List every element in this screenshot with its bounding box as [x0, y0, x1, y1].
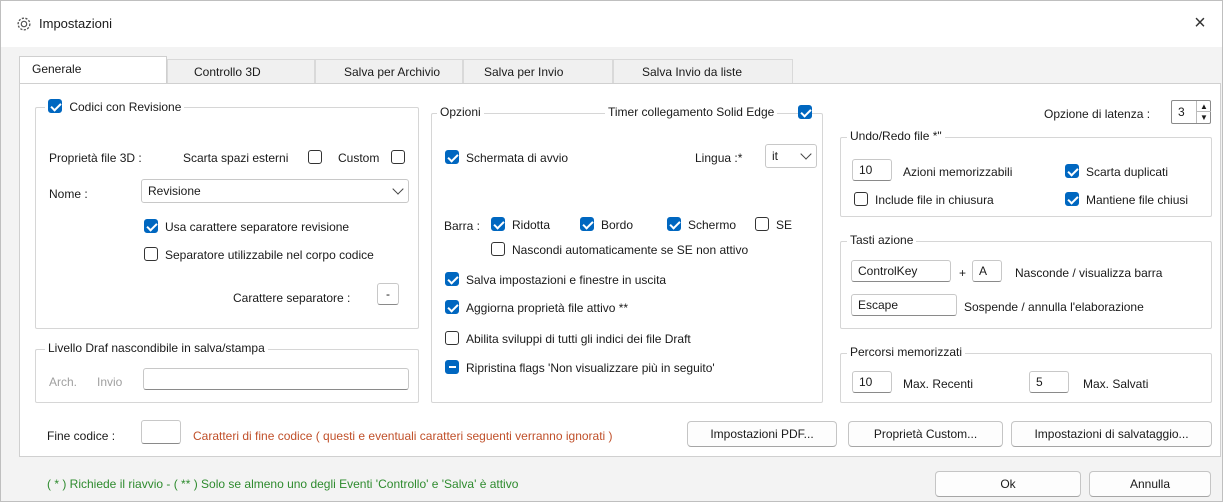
percorsi-legend: Percorsi memorizzati — [847, 345, 966, 359]
carattere-separatore-label: Carattere separatore : — [233, 291, 351, 305]
schermata-avvio-checkbox[interactable] — [445, 150, 459, 164]
schermo-checkbox[interactable] — [667, 217, 681, 231]
group-codici-legend: Codici con Revisione — [45, 99, 185, 115]
ridotta-label: Ridotta — [512, 218, 551, 232]
tab-controllo-3d[interactable]: Controllo 3D — [167, 59, 315, 83]
tab-salva-archivio[interactable]: Salva per Archivio — [315, 59, 463, 83]
custom-label: Custom — [338, 151, 380, 165]
ok-button[interactable]: Ok — [935, 471, 1081, 497]
tab-salva-invio[interactable]: Salva per Invio — [463, 59, 613, 83]
window-title: Impostazioni — [39, 16, 112, 31]
lingua-select[interactable]: it — [765, 144, 817, 168]
tasti-azione-legend: Tasti azione — [847, 233, 917, 247]
scarta-spazi-label: Scarta spazi esterni — [183, 151, 289, 165]
tasto2-input[interactable]: Escape — [851, 294, 957, 316]
opzioni-legend: Opzioni — [437, 105, 484, 119]
usa-carattere-checkbox[interactable] — [144, 219, 158, 233]
separatore-corpo-checkbox[interactable] — [144, 247, 158, 261]
mantiene-chiusi-label: Mantiene file chiusi — [1086, 193, 1189, 207]
salvati-input[interactable]: 5 — [1029, 371, 1069, 393]
chevron-down-icon — [392, 183, 404, 195]
title-bar: Impostazioni × — [1, 1, 1222, 47]
mantiene-chiusi-checkbox[interactable] — [1065, 192, 1079, 206]
close-icon[interactable]: × — [1190, 13, 1210, 33]
nome-label: Nome : — [49, 187, 88, 201]
include-chiusura-checkbox[interactable] — [854, 192, 868, 206]
usa-carattere-label: Usa carattere separatore revisione — [165, 220, 350, 234]
latenza-spinner[interactable]: 3 ▲ ▼ — [1171, 100, 1211, 124]
livello-draf-legend: Livello Draf nascondibile in salva/stamp… — [45, 341, 268, 355]
tab-salva-invio-liste[interactable]: Salva Invio da liste — [613, 59, 793, 83]
carattere-separatore-input[interactable]: - — [377, 283, 399, 305]
codici-revisione-checkbox[interactable] — [48, 99, 62, 113]
ridotta-checkbox[interactable] — [491, 217, 505, 231]
aggiorna-proprieta-checkbox[interactable] — [445, 300, 459, 314]
ripristina-flags-checkbox[interactable] — [445, 360, 459, 374]
barra-label: Barra : — [444, 219, 481, 233]
azioni-input[interactable]: 10 — [852, 159, 892, 181]
fine-codice-desc: Caratteri di fine codice ( questi e even… — [193, 429, 613, 443]
latenza-label: Opzione di latenza : — [1044, 107, 1151, 121]
abilita-sviluppi-checkbox[interactable] — [445, 331, 459, 345]
abilita-sviluppi-label: Abilita sviluppi di tutti gli indici dei… — [466, 332, 691, 346]
aggiorna-proprieta-label: Aggiorna proprietà file attivo ** — [466, 301, 629, 315]
arch-label: Arch. — [49, 375, 78, 389]
lingua-select-value: it — [772, 149, 778, 163]
footer-note: ( * ) Richiede il riavvio - ( ** ) Solo … — [47, 477, 519, 491]
bordo-checkbox[interactable] — [580, 217, 594, 231]
impostazioni-salvataggio-button[interactable]: Impostazioni di salvataggio... — [1011, 421, 1212, 447]
schermo-label: Schermo — [688, 218, 737, 232]
se-checkbox[interactable] — [755, 217, 769, 231]
separatore-corpo-label: Separatore utilizzabile nel corpo codice — [165, 248, 374, 262]
settings-window: Impostazioni × Generale Controllo 3D Sal… — [0, 0, 1223, 502]
ripristina-flags-label: Ripristina flags 'Non visualizzare più i… — [466, 361, 715, 375]
bordo-label: Bordo — [601, 218, 634, 232]
custom-checkbox[interactable] — [391, 150, 405, 164]
group-percorsi — [840, 353, 1212, 403]
se-label: SE — [776, 218, 793, 232]
scarta-duplicati-checkbox[interactable] — [1065, 164, 1079, 178]
salva-impostazioni-label: Salva impostazioni e finestre in uscita — [466, 273, 667, 287]
lingua-label: Lingua :* — [695, 151, 743, 165]
chevron-down-icon — [800, 148, 812, 160]
group-codici-revisione — [35, 107, 419, 329]
recenti-label: Max. Recenti — [903, 377, 974, 391]
invio-label: Invio — [97, 375, 123, 389]
codici-revisione-label: Codici con Revisione — [69, 100, 182, 114]
annulla-button[interactable]: Annulla — [1089, 471, 1211, 497]
proprieta-custom-button[interactable]: Proprietà Custom... — [848, 421, 1003, 447]
tab-generale[interactable]: Generale — [19, 56, 167, 84]
nome-select-value: Revisione — [148, 184, 201, 198]
plus-label: + — [959, 266, 967, 280]
fine-codice-input[interactable] — [141, 420, 181, 444]
spinner-up-icon[interactable]: ▲ — [1196, 101, 1211, 112]
latenza-value: 3 — [1178, 105, 1185, 119]
schermata-avvio-label: Schermata di avvio — [466, 151, 569, 165]
tasto2-desc: Sospende / annulla l'elaborazione — [964, 300, 1144, 314]
salvati-label: Max. Salvati — [1083, 377, 1149, 391]
spinner-down-icon[interactable]: ▼ — [1196, 112, 1211, 123]
nascondi-label: Nascondi automaticamente se SE non attiv… — [512, 243, 749, 257]
scarta-duplicati-label: Scarta duplicati — [1086, 165, 1169, 179]
tasto1b-input[interactable]: A — [972, 260, 1002, 282]
gear-icon — [17, 17, 31, 31]
impostazioni-pdf-button[interactable]: Impostazioni PDF... — [687, 421, 837, 447]
proprieta-label: Proprietà file 3D : — [49, 151, 142, 165]
undo-redo-legend: Undo/Redo file *" — [847, 129, 945, 143]
nascondi-checkbox[interactable] — [491, 242, 505, 256]
azioni-label: Azioni memorizzabili — [903, 165, 1013, 179]
scarta-spazi-checkbox[interactable] — [308, 150, 322, 164]
nome-select[interactable]: Revisione — [141, 179, 409, 203]
recenti-input[interactable]: 10 — [852, 371, 892, 393]
livello-draf-input[interactable] — [143, 368, 409, 390]
timer-checkbox[interactable] — [798, 105, 812, 119]
salva-impostazioni-checkbox[interactable] — [445, 272, 459, 286]
timer-label: Timer collegamento Solid Edge — [605, 105, 778, 119]
tasto1-input[interactable]: ControlKey — [851, 260, 951, 282]
fine-codice-label: Fine codice : — [47, 429, 116, 443]
tasto1-desc: Nasconde / visualizza barra — [1015, 266, 1163, 280]
include-chiusura-label: Include file in chiusura — [875, 193, 994, 207]
